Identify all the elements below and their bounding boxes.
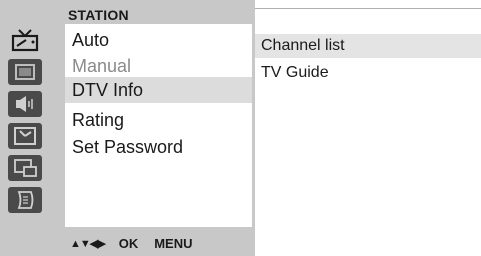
footer-hints: ▲▼◀▶ OK MENU bbox=[68, 234, 192, 252]
picture-icon[interactable] bbox=[8, 59, 42, 85]
speaker-icon[interactable] bbox=[8, 91, 42, 117]
menu-hint: MENU bbox=[154, 235, 193, 251]
divider bbox=[255, 8, 481, 9]
ok-hint: OK bbox=[118, 235, 139, 251]
navigation-arrows-icon: ▲▼◀▶ bbox=[70, 237, 106, 250]
menu-item-manual[interactable]: Manual bbox=[65, 53, 252, 79]
setup-icon[interactable] bbox=[8, 187, 42, 213]
menu-item-set-password[interactable]: Set Password bbox=[65, 134, 252, 160]
submenu-item-tv-guide[interactable]: TV Guide bbox=[255, 61, 481, 85]
station-menu-list: Auto Manual DTV Info Rating Set Password bbox=[65, 24, 252, 227]
menu-item-auto[interactable]: Auto bbox=[65, 27, 252, 53]
tv-station-icon[interactable] bbox=[8, 27, 42, 53]
osd-menu-panel: STATION Auto Manual DTV Info Rating Set … bbox=[0, 0, 255, 256]
menu-item-rating[interactable]: Rating bbox=[65, 107, 252, 133]
clock-icon[interactable] bbox=[8, 123, 42, 149]
menu-title: STATION bbox=[68, 7, 129, 23]
pip-icon[interactable] bbox=[8, 155, 42, 181]
menu-item-dtv-info[interactable]: DTV Info bbox=[65, 77, 252, 103]
submenu-item-channel-list[interactable]: Channel list bbox=[255, 34, 481, 58]
